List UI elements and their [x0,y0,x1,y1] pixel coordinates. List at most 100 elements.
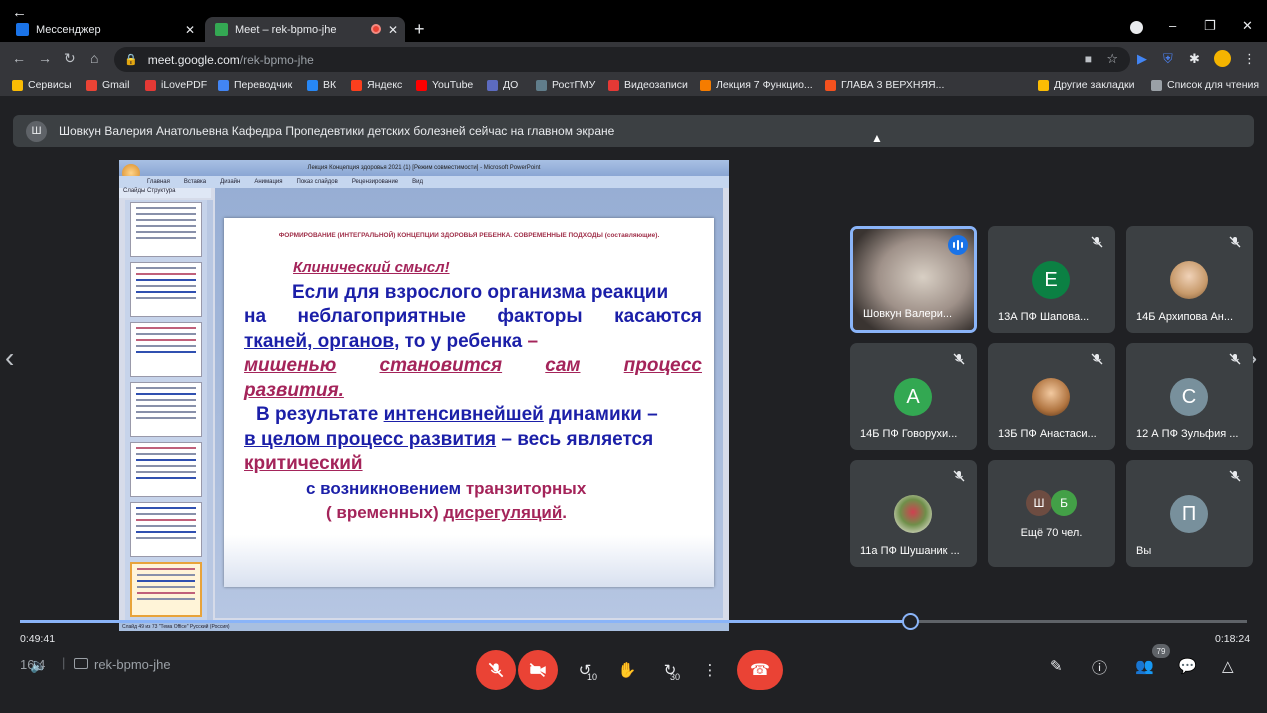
do-icon [487,79,498,91]
puzzle-icon[interactable]: ✱ [1189,51,1200,67]
bookmark-label: Другие закладки [1054,79,1135,91]
slide-subtitle: Клинический смысл! [293,259,450,276]
shield-icon[interactable]: ⛨ [1163,51,1173,67]
slide-word: сам [545,355,581,376]
yandex-icon [351,79,362,91]
participant-tile[interactable]: С 12 А ПФ Зульфия ... [1126,343,1253,450]
camera-icon[interactable]: ■ [1085,52,1092,66]
tab-messenger[interactable]: Мессенджер ✕ [16,17,202,42]
folder-icon [1038,79,1049,91]
bookmark-ilovepdf[interactable]: iLovePDF [145,79,207,91]
more-options-button[interactable]: ⋮ [690,650,730,690]
home-icon[interactable]: ⌂ [90,50,98,66]
hand-icon: ✋ [617,662,637,679]
star-icon[interactable]: ☆ [1106,51,1118,67]
more-participants-label: Ещё 70 чел. [1020,527,1083,539]
bookmark-services[interactable]: Сервисы [12,79,72,91]
chevron-left-icon[interactable]: ‹ [5,342,14,374]
mic-off-icon [1229,469,1241,482]
participant-tile[interactable]: А 14Б ПФ Говорухи... [850,343,977,450]
presenting-text: Шовкун Валерия Анатольевна Кафедра Пропе… [59,124,615,138]
reading-list[interactable]: Список для чтения [1151,79,1259,91]
participant-tile[interactable]: 13Б ПФ Анастаси... [988,343,1115,450]
new-tab-icon[interactable]: + [414,19,425,40]
tab-label: Meet – rek-bpmo-jhe [235,23,337,36]
video-progress-bar[interactable] [20,620,1247,623]
slide-word: – весь является [496,428,654,450]
slide-word: неблагоприятные [297,306,466,327]
bookmark-translator[interactable]: Переводчик [218,79,292,91]
extension-play-icon[interactable]: ▶ [1137,51,1147,67]
volume-icon[interactable]: 🔈 [30,657,47,674]
bookmark-vk[interactable]: ВК [307,79,336,91]
address-bar[interactable]: 🔒 meet.google.com/rek-bpmo-jhe ■ ☆ [114,47,1130,72]
raise-hand-button[interactable]: ✋ [607,650,647,690]
slide-line: ( временных) дисрегуляций. [244,501,702,526]
slide-heading: ФОРМИРОВАНИЕ (ИНТЕГРАЛЬНОЙ) КОНЦЕПЦИИ ЗД… [278,232,660,239]
meeting-details: 16:4 🔈 | rek-bpmo-jhe [20,655,171,674]
more-participants-tile[interactable]: Ш Б Ещё 70 чел. [988,460,1115,567]
participant-tile[interactable]: Шовкун Валери... [850,226,977,333]
activities-icon[interactable]: △ [1222,657,1234,675]
bookmark-rostgmu[interactable]: РостГМУ [536,79,595,91]
bookmark-videos[interactable]: Видеозаписи [608,79,688,91]
bookmark-do[interactable]: ДО [487,79,518,91]
meet-favicon-icon [215,23,228,36]
participant-tile[interactable]: 14Б Архипова Ан... [1126,226,1253,333]
close-icon[interactable]: ✕ [388,23,398,37]
skip-forward-button[interactable]: ↻ 30 [650,650,690,690]
back-icon[interactable]: ← [12,50,26,66]
tab-meet[interactable]: Meet – rek-bpmo-jhe ✕ [205,17,405,42]
close-window-icon[interactable]: ✕ [1242,18,1253,34]
slide-word: дисрегуляций [443,503,563,522]
slide-thumbnail [130,502,202,557]
avatar[interactable] [1214,50,1231,67]
end-call-button[interactable]: ☎ [737,650,783,690]
bookmark-chapter3[interactable]: ГЛАВА 3 ВЕРХНЯЯ... [825,79,944,91]
restore-icon[interactable]: ❐ [1204,18,1216,34]
close-icon[interactable]: ✕ [185,23,195,37]
participant-name: 13А ПФ Шапова... [998,311,1090,323]
profile-dropdown-icon[interactable] [1130,21,1143,34]
slide-line: критический [244,453,363,474]
slide-word: интенсивнейшей [383,404,544,425]
mic-toggle-button[interactable] [476,650,516,690]
slide-body: Клинический смысл! Если для взрослого ор… [244,256,702,526]
ppt-ribbon: Главная Вставка Дизайн Анимация Показ сл… [119,176,729,188]
slide-word: на [244,306,267,327]
bookmark-yandex[interactable]: Яндекс [351,79,402,91]
forward-icon[interactable]: → [38,50,52,66]
meeting-control-bar: 16:4 🔈 | rek-bpmo-jhe ↺ 10 ✋ ↻ 30 ⋮ ☎ ✎ … [0,643,1267,713]
progress-knob[interactable] [902,613,919,630]
reload-icon[interactable]: ↻ [64,50,76,67]
skip-back-seconds: 10 [587,672,598,682]
university-icon [536,79,547,91]
more-vert-icon: ⋮ [702,662,718,679]
minimize-icon[interactable]: – [1169,18,1176,33]
participant-tile[interactable]: Е 13А ПФ Шапова... [988,226,1115,333]
mouse-cursor-icon: ▲ [871,131,883,145]
menu-icon[interactable]: ⋮ [1243,51,1256,67]
slide-word: , то у ребенка [394,330,523,352]
ribbon-tab: Вид [412,179,424,185]
bookmark-youtube[interactable]: YouTube [416,79,473,91]
avatar: Ш [1026,490,1052,516]
bookmark-other[interactable]: Другие закладки [1038,79,1134,91]
slide-line: на неблагоприятные факторы касаются [244,305,702,330]
bookmark-gmail[interactable]: Gmail [86,79,129,91]
self-tile[interactable]: П Вы [1126,460,1253,567]
people-icon[interactable]: 👥 [1135,657,1154,675]
mic-off-icon [1229,235,1241,248]
pen-icon[interactable]: ✎ [1050,657,1063,675]
slide-thumbnail [130,382,202,437]
participant-tile[interactable]: 11а ПФ Шушаник ... [850,460,977,567]
ppt-panel-tabs: Слайды Структура [119,188,211,198]
skip-back-button[interactable]: ↺ 10 [565,650,605,690]
captions-icon[interactable] [74,658,88,669]
bookmarks-bar: Сервисы Gmail iLovePDF Переводчик ВК Янд… [0,76,1267,96]
bookmark-lecture7[interactable]: Лекция 7 Функцио... [700,79,813,91]
chat-icon[interactable]: 💬 [1178,657,1197,675]
camera-toggle-button[interactable] [518,650,558,690]
info-icon[interactable]: ⓘ [1092,657,1107,678]
bookmark-label: Яндекс [367,79,403,91]
